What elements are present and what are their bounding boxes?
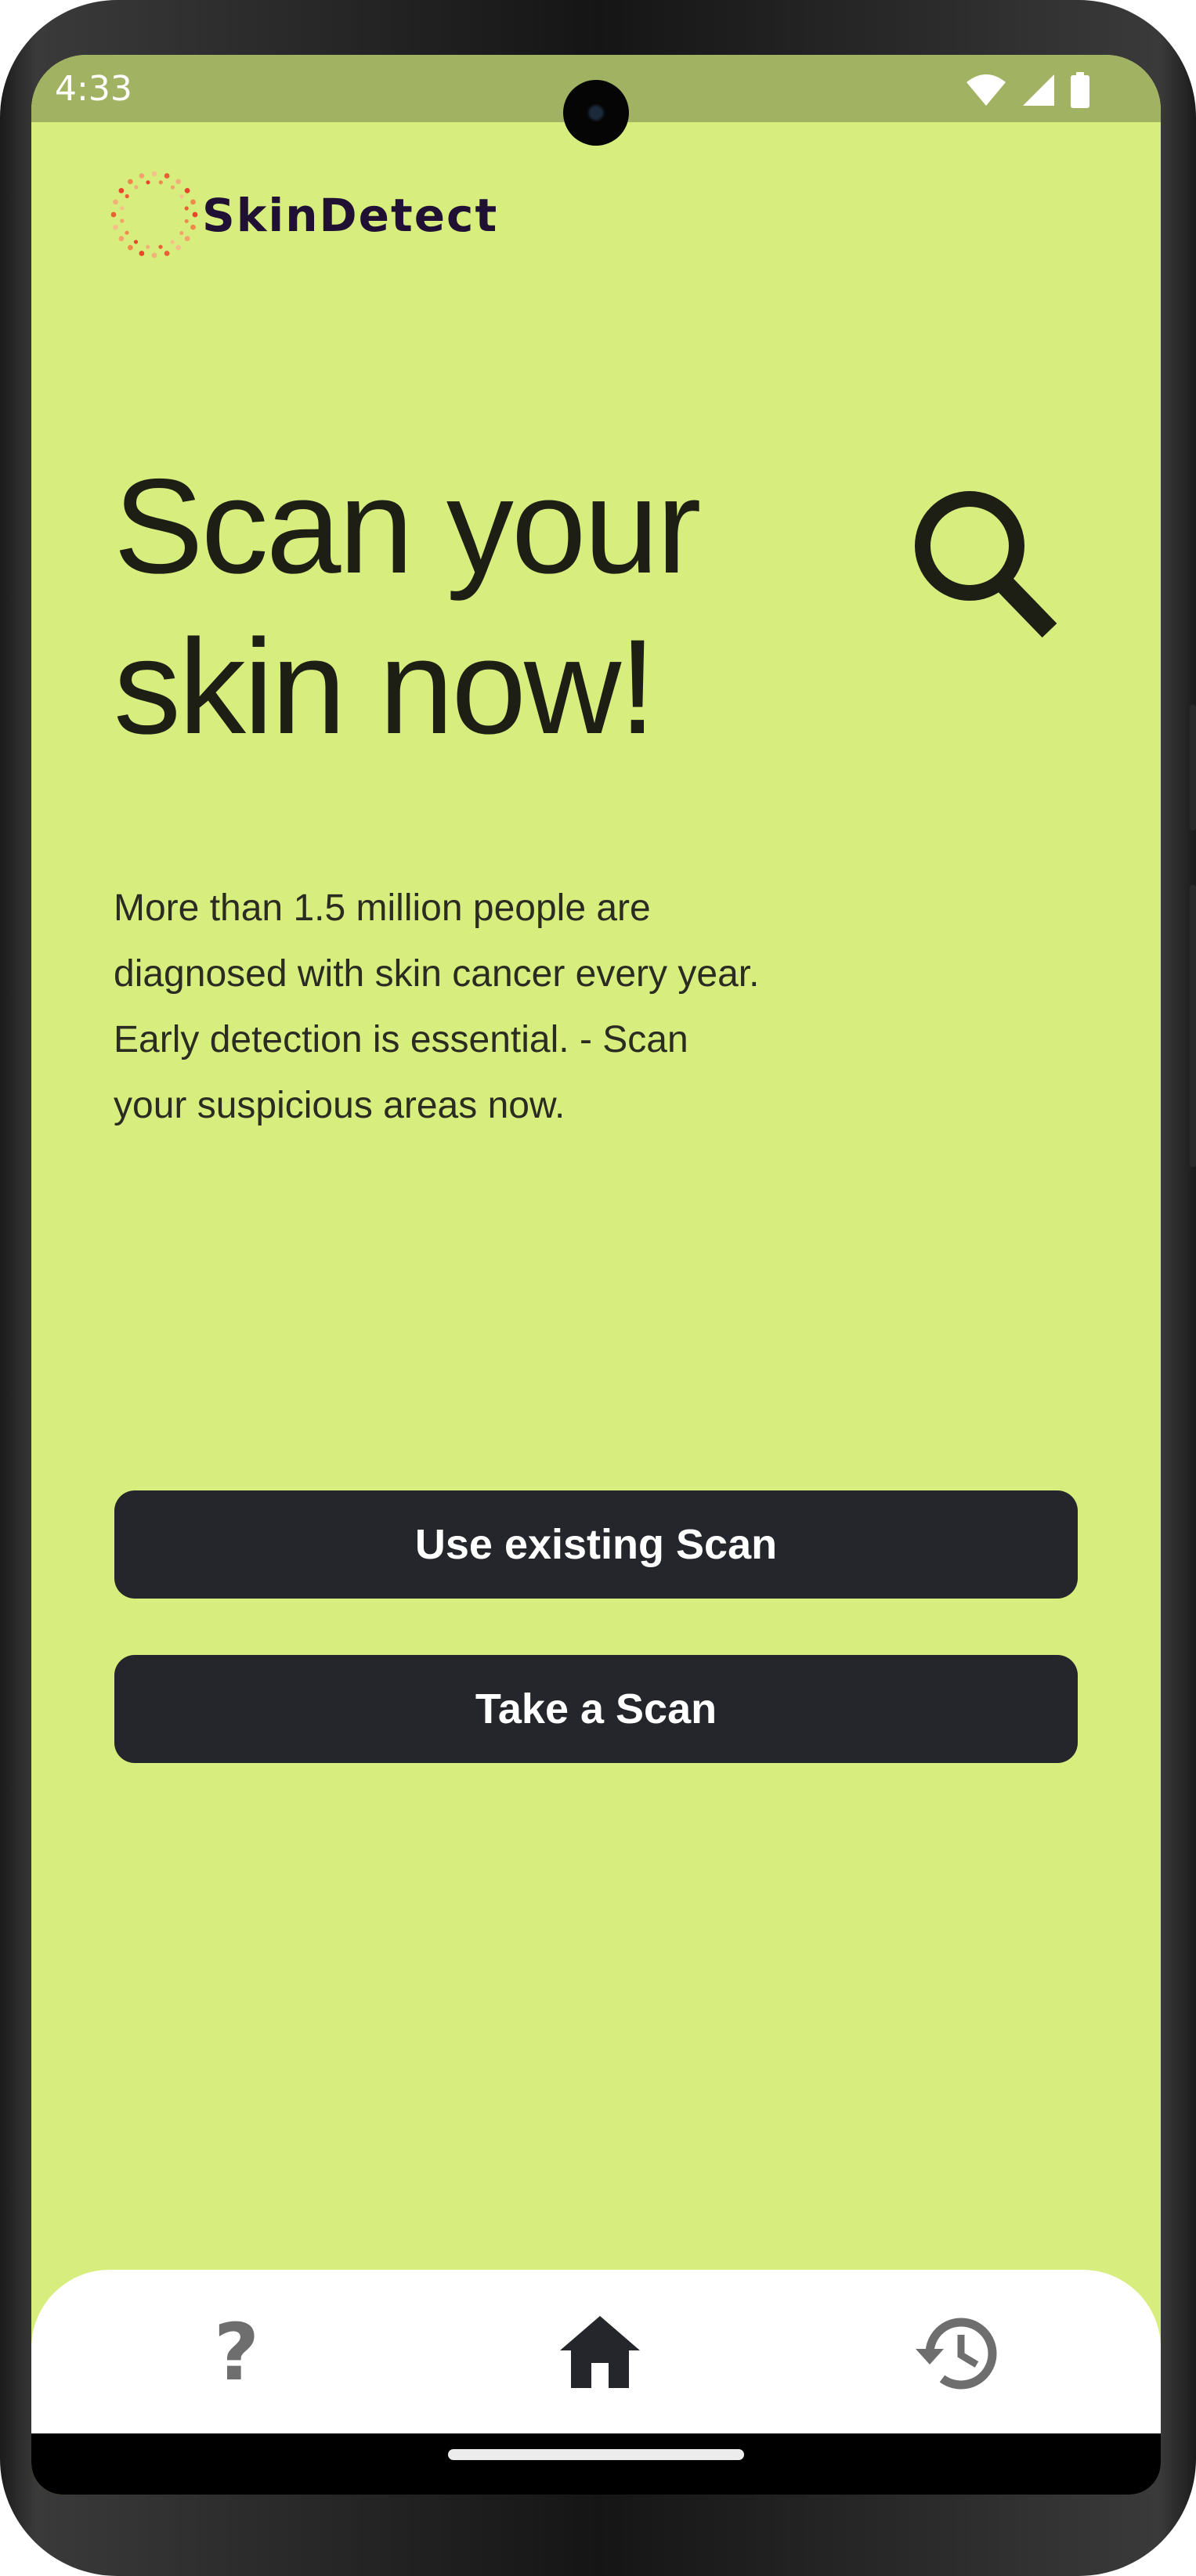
battery-icon: [1071, 72, 1089, 108]
headline-line-2: skin now!: [114, 612, 656, 762]
logo-dot: [133, 240, 139, 244]
volume-button: [1190, 885, 1196, 1167]
logo-dot: [175, 179, 181, 185]
wifi-icon: [967, 74, 1006, 106]
sunburst-dots-logo-icon: [110, 171, 198, 258]
logo-dot: [120, 206, 125, 211]
logo-dot: [151, 252, 157, 258]
logo-dot: [184, 219, 189, 223]
logo-dot: [139, 173, 145, 179]
logo-dot: [113, 199, 118, 205]
front-camera: [563, 80, 629, 146]
logo-dot: [113, 224, 118, 230]
headline-line-1: Scan your: [114, 451, 701, 602]
logo-dot: [134, 185, 139, 190]
logo-dot: [118, 236, 125, 241]
app-name: SkinDetect: [202, 188, 499, 242]
search-icon: [915, 491, 1057, 638]
logo-dot: [128, 179, 133, 185]
status-icons: [965, 72, 1090, 108]
logo-dot: [120, 219, 125, 223]
nav-item-history[interactable]: [893, 2301, 1018, 2403]
nav-item-help[interactable]: ?: [174, 2301, 299, 2403]
logo-dot: [158, 244, 163, 249]
logo-dot: [164, 251, 170, 256]
nav-item-home[interactable]: [537, 2301, 663, 2403]
help-icon: ?: [213, 2306, 259, 2398]
history-icon: [916, 2318, 997, 2390]
logo-dot: [170, 240, 175, 244]
logo-dot: [164, 173, 170, 179]
intro-text: More than 1.5 million people are diagnos…: [114, 887, 760, 1126]
logo-dot: [184, 188, 190, 193]
use-existing-scan-button[interactable]: Use existing Scan: [114, 1490, 1078, 1599]
logo-dot: [128, 244, 133, 251]
logo-dot: [184, 236, 190, 241]
logo-dot: [110, 211, 117, 218]
logo-dot: [190, 199, 196, 205]
home-icon: [560, 2316, 640, 2388]
logo-dot: [151, 171, 157, 177]
power-button: [1190, 705, 1196, 830]
phone-frame: 4:33 SkinDetect Scan your skin now! More…: [0, 0, 1196, 2576]
logo-dot: [170, 185, 175, 190]
logo-dot: [125, 193, 129, 199]
bottom-navigation: ?: [31, 2270, 1161, 2442]
app-screen: 4:33 SkinDetect Scan your skin now! More…: [31, 55, 1161, 2495]
logo-dot: [192, 211, 198, 218]
logo-dot: [118, 188, 125, 193]
logo-dot: [175, 244, 181, 251]
logo-dot: [146, 244, 150, 249]
app-logo: SkinDetect: [106, 166, 498, 264]
logo-dot: [179, 194, 184, 199]
logo-dot: [125, 230, 129, 235]
gesture-handle[interactable]: [448, 2449, 744, 2460]
take-scan-button[interactable]: Take a Scan: [114, 1655, 1078, 1763]
page-title: Scan your skin now!: [114, 446, 858, 768]
logo-dot: [184, 206, 189, 211]
logo-dot: [139, 251, 145, 256]
gesture-bar-area: [31, 2433, 1161, 2495]
logo-dot: [158, 180, 163, 185]
status-time: 4:33: [55, 69, 132, 109]
cellular-signal-icon: [1023, 74, 1054, 106]
logo-dot: [146, 180, 150, 185]
logo-dot: [190, 224, 196, 230]
logo-dot: [179, 230, 184, 236]
